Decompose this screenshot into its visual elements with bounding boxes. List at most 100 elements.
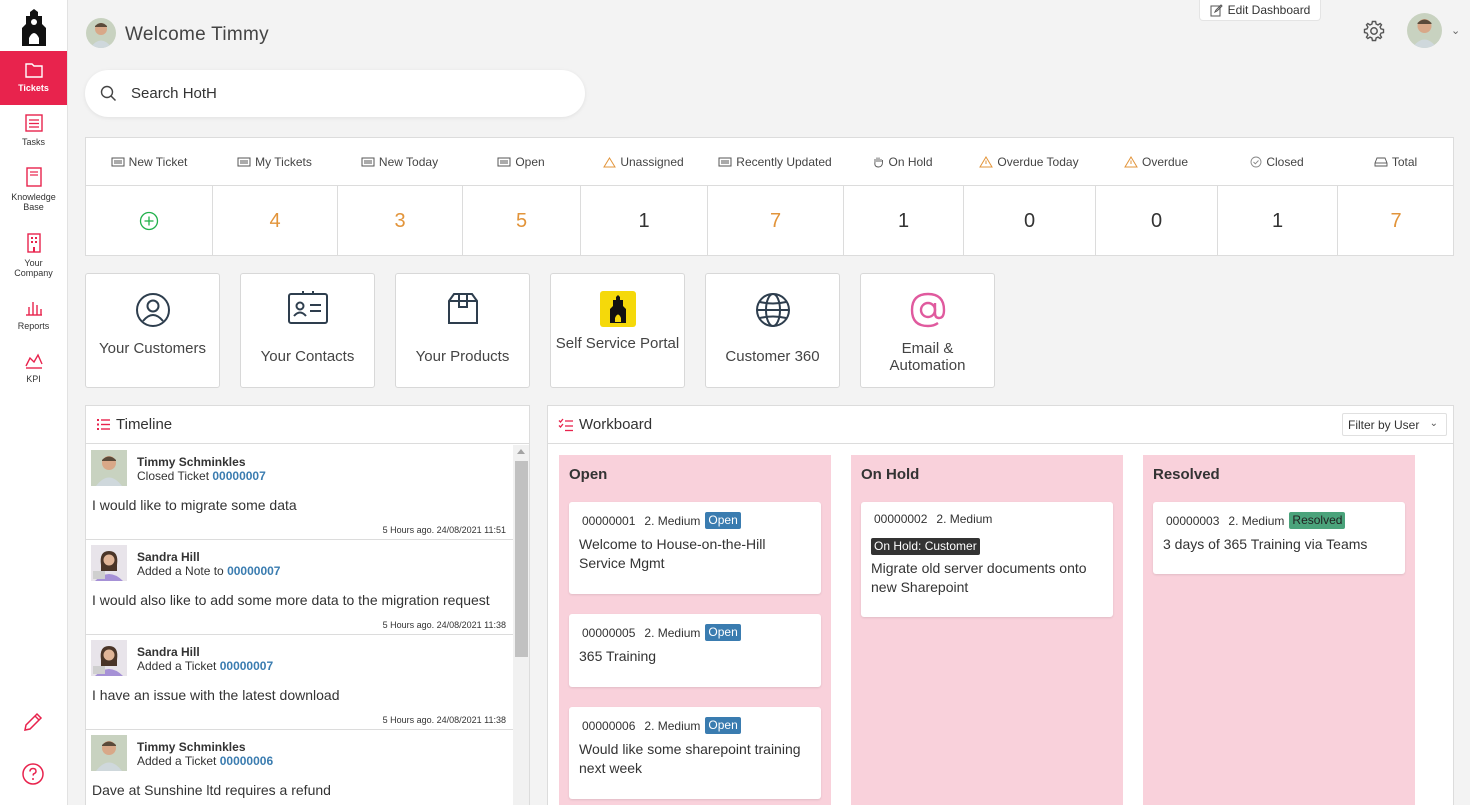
ticket-priority: 2. Medium xyxy=(644,718,701,733)
user-avatar[interactable] xyxy=(1407,13,1442,48)
tile-label: Self Service Portal xyxy=(555,335,680,352)
tile-your-contacts[interactable]: Your Contacts xyxy=(240,273,375,388)
timeline-action: Added a Ticket 00000007 xyxy=(137,659,274,673)
workboard-panel: Workboard Filter by User ⌄ Open 00000001… xyxy=(547,405,1454,805)
checklist-icon xyxy=(558,418,573,431)
edit-dashboard-button[interactable]: Edit Dashboard xyxy=(1199,0,1321,21)
stat-value-new-today[interactable]: 3 xyxy=(337,186,462,256)
tile-self-service-portal[interactable]: Self Service Portal xyxy=(550,273,685,388)
sidebar-item-reports[interactable]: Reports xyxy=(0,297,67,337)
warning-icon xyxy=(603,156,617,167)
timeline-author: Sandra Hill xyxy=(137,550,200,564)
sidebar-item-label: Tickets xyxy=(18,83,49,93)
stat-header-my-tickets: My Tickets xyxy=(212,138,337,186)
timeline-text: I would like to migrate some data xyxy=(92,497,297,513)
sidebar-item-your-company[interactable]: Your Company xyxy=(0,232,67,282)
timeline-item: Timmy Schminkles Closed Ticket 00000007 … xyxy=(86,445,513,540)
ticket-id: 00000006 xyxy=(582,718,636,733)
edit-dashboard-label: Edit Dashboard xyxy=(1227,3,1311,17)
ticket-card[interactable]: 00000001 2. Medium Open Welcome to House-o… xyxy=(569,502,821,594)
stat-value-open[interactable]: 5 xyxy=(462,186,580,256)
ticket-priority: 2. Medium xyxy=(1228,513,1285,528)
sidebar-item-knowledge-base[interactable]: Knowledge Base xyxy=(0,166,67,216)
contact-card-icon xyxy=(287,291,328,324)
sidebar-item-kpi[interactable]: KPI xyxy=(0,350,67,390)
ticket-icon xyxy=(237,157,251,167)
sidebar-item-label: Knowledge Base xyxy=(11,192,56,212)
ticket-link[interactable]: 00000007 xyxy=(220,659,273,673)
ticket-link[interactable]: 00000007 xyxy=(212,469,265,483)
scrollbar-thumb[interactable] xyxy=(515,461,528,657)
board-column-resolved: Resolved 00000003 2. Medium Resolved 3 day… xyxy=(1143,455,1415,805)
globe-icon xyxy=(755,293,790,327)
stat-value-closed[interactable]: 1 xyxy=(1217,186,1337,256)
box-icon xyxy=(447,293,478,324)
stat-value-overdue-today[interactable]: 0 xyxy=(963,186,1095,256)
search-input[interactable] xyxy=(131,85,531,102)
stat-header-unassigned: Unassigned xyxy=(580,138,707,186)
search-bar xyxy=(85,70,585,117)
ticket-card[interactable]: 00000005 2. Medium Open 365 Training xyxy=(569,614,821,687)
app-logo-icon[interactable] xyxy=(14,8,54,48)
welcome-title: Welcome Timmy xyxy=(125,24,269,45)
sidebar-item-tasks[interactable]: Tasks xyxy=(0,113,67,153)
sidebar-item-label: Your Company xyxy=(14,258,53,278)
ticket-link[interactable]: 00000007 xyxy=(227,564,280,578)
list-icon xyxy=(97,419,110,430)
ticket-link[interactable]: 00000006 xyxy=(220,754,273,768)
warning-icon xyxy=(979,156,994,168)
gear-icon[interactable] xyxy=(1362,19,1386,43)
stat-header-total: Total xyxy=(1337,138,1454,186)
stat-value-recently-updated[interactable]: 7 xyxy=(707,186,843,256)
timeline-panel: Timeline Timmy Schminkles Closed Ticket … xyxy=(85,405,530,805)
tile-your-customers[interactable]: Your Customers xyxy=(85,273,220,388)
tile-email-automation[interactable]: Email & Automation xyxy=(860,273,995,388)
ticket-icon xyxy=(361,157,375,167)
building-icon xyxy=(26,233,41,253)
avatar xyxy=(91,640,127,676)
timeline-header: Timeline xyxy=(86,406,529,444)
new-ticket-button[interactable] xyxy=(86,186,212,256)
timeline-author: Timmy Schminkles xyxy=(137,455,246,469)
tile-your-products[interactable]: Your Products xyxy=(395,273,530,388)
avatar xyxy=(91,450,127,486)
stat-value-my-tickets[interactable]: 4 xyxy=(212,186,337,256)
ticket-icon xyxy=(718,157,732,167)
ticket-id: 00000003 xyxy=(1166,513,1220,528)
ticket-stats-panel: New Ticket My Tickets New Today Open Una… xyxy=(85,137,1454,256)
chevron-down-icon[interactable]: ⌄ xyxy=(1451,24,1460,37)
status-badge: Open xyxy=(705,624,741,641)
column-title: Resolved xyxy=(1153,466,1220,483)
sidebar-item-tickets[interactable]: Tickets xyxy=(0,51,67,105)
scroll-up-arrow-icon[interactable] xyxy=(517,449,525,454)
pencil-icon[interactable] xyxy=(22,711,44,733)
stat-header-overdue-today: Overdue Today xyxy=(963,138,1095,186)
status-badge: Open xyxy=(705,717,741,734)
ticket-priority: 2. Medium xyxy=(644,513,701,528)
ticket-title: Migrate old server documents onto new Sh… xyxy=(871,560,1087,595)
timeline-text: I would also like to add some more data … xyxy=(92,592,490,608)
avatar xyxy=(91,545,127,581)
portal-logo-icon xyxy=(599,291,636,327)
ticket-card[interactable]: 00000006 2. Medium Open Would like some sh… xyxy=(569,707,821,799)
workboard-header: Workboard xyxy=(548,406,1453,444)
stat-value-overdue[interactable]: 0 xyxy=(1095,186,1217,256)
check-circle-icon xyxy=(1250,156,1262,168)
stat-value-on-hold[interactable]: 1 xyxy=(843,186,963,256)
stat-value-total[interactable]: 7 xyxy=(1337,186,1454,256)
filter-by-user-select[interactable]: Filter by User ⌄ xyxy=(1342,413,1447,436)
stats-header-row: New Ticket My Tickets New Today Open Una… xyxy=(86,138,1453,186)
ticket-card[interactable]: 00000003 2. Medium Resolved 3 days of 365 … xyxy=(1153,502,1405,574)
avatar xyxy=(86,18,116,48)
status-badge: Resolved xyxy=(1289,512,1346,529)
stat-value-unassigned[interactable]: 1 xyxy=(580,186,707,256)
timeline-scrollbar[interactable] xyxy=(513,445,529,805)
help-icon[interactable] xyxy=(21,762,45,786)
search-icon xyxy=(100,85,117,102)
column-title: Open xyxy=(569,466,608,483)
tile-label: Email & Automation xyxy=(889,340,966,374)
tile-customer-360[interactable]: Customer 360 xyxy=(705,273,840,388)
ticket-card[interactable]: 00000002 2. Medium On Hold: Customer Migr… xyxy=(861,502,1113,617)
stat-header-overdue: Overdue xyxy=(1095,138,1217,186)
ticket-title: 365 Training xyxy=(579,648,657,664)
